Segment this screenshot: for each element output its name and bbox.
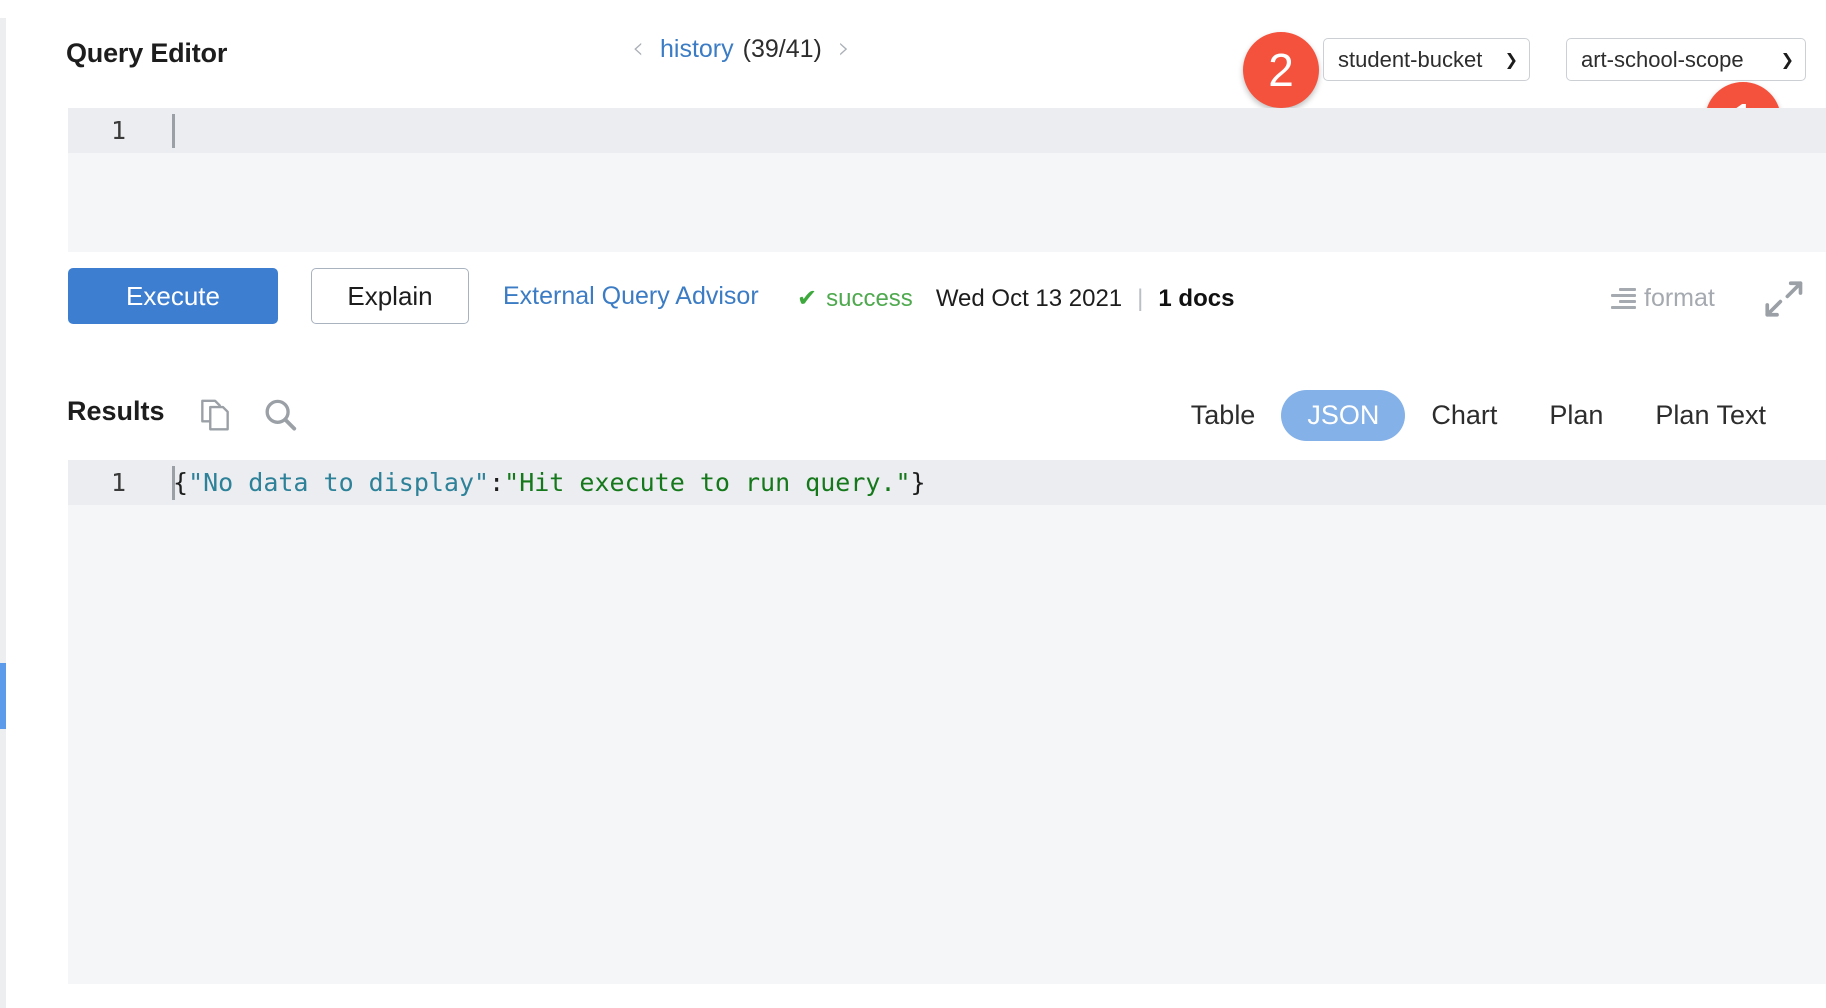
tab-plan[interactable]: Plan (1523, 390, 1629, 441)
query-toolbar: Execute Explain External Query Advisor ✔… (0, 260, 1826, 328)
expand-editor-button[interactable] (1762, 278, 1804, 320)
execute-button[interactable]: Execute (68, 268, 278, 324)
editor-text-caret (172, 114, 175, 148)
results-title: Results (67, 396, 165, 427)
bucket-select[interactable]: student-bucket ❯ (1323, 38, 1530, 81)
page-title: Query Editor (66, 38, 227, 69)
history-navigator: ‹ history (39/41) › (630, 34, 852, 64)
explain-button[interactable]: Explain (311, 268, 469, 324)
copy-results-button[interactable] (196, 396, 234, 434)
tab-table[interactable]: Table (1165, 390, 1282, 441)
query-editor-input[interactable]: 1 (68, 108, 1826, 252)
copy-icon (196, 396, 234, 434)
annotation-badge-2: 2 (1243, 32, 1319, 108)
page-scrollbar-thumb[interactable] (0, 663, 6, 729)
scope-select-value: art-school-scope (1581, 47, 1744, 73)
json-colon: : (489, 468, 504, 497)
json-value: "Hit execute to run query." (504, 468, 910, 497)
format-label: format (1644, 284, 1715, 313)
chevron-left-icon[interactable]: ‹ (630, 34, 646, 64)
history-link[interactable]: history (660, 35, 734, 64)
format-button[interactable]: format (1611, 284, 1715, 313)
results-json-line: {"No data to display":"Hit execute to ru… (173, 460, 926, 505)
results-json-pane[interactable]: 1 {"No data to display":"Hit execute to … (68, 460, 1826, 984)
run-timestamp: Wed Oct 13 2021 (936, 285, 1122, 313)
editor-line-number: 1 (68, 108, 148, 153)
format-lines-icon (1611, 288, 1636, 309)
search-results-button[interactable] (261, 396, 299, 434)
check-icon: ✔ (797, 284, 817, 312)
tab-json[interactable]: JSON (1281, 390, 1405, 441)
json-open-brace: { (173, 468, 188, 497)
page-scrollbar-track[interactable] (0, 18, 6, 1008)
results-view-tabs: Table JSON Chart Plan Plan Text (1165, 390, 1792, 441)
tab-chart[interactable]: Chart (1405, 390, 1523, 441)
editor-active-line (68, 108, 1826, 153)
json-close-brace: } (911, 468, 926, 497)
status-separator: | (1137, 285, 1143, 313)
chevron-right-icon[interactable]: › (836, 34, 852, 64)
search-icon (261, 396, 299, 434)
results-line-number: 1 (68, 460, 148, 505)
tab-plan-text[interactable]: Plan Text (1629, 390, 1792, 441)
bucket-select-value: student-bucket (1338, 47, 1482, 73)
docs-count: 1 docs (1158, 285, 1234, 313)
query-workbench: Query Editor ‹ history (39/41) › 2 stude… (0, 0, 1826, 1008)
chevron-down-icon: ❯ (1505, 52, 1518, 68)
history-counter: (39/41) (743, 35, 822, 64)
expand-diagonal-icon (1762, 278, 1804, 320)
status-label: success (826, 285, 913, 313)
external-query-advisor-link[interactable]: External Query Advisor (503, 282, 759, 311)
chevron-down-icon: ❯ (1781, 52, 1794, 68)
results-header: Results Table JSON Chart Plan Plan Text (0, 382, 1826, 452)
editor-header: Query Editor ‹ history (39/41) › 2 stude… (0, 0, 1826, 100)
scope-select[interactable]: art-school-scope ❯ (1566, 38, 1806, 81)
json-key: "No data to display" (188, 468, 489, 497)
query-status: ✔ success Wed Oct 13 2021 | 1 docs (797, 284, 1234, 313)
